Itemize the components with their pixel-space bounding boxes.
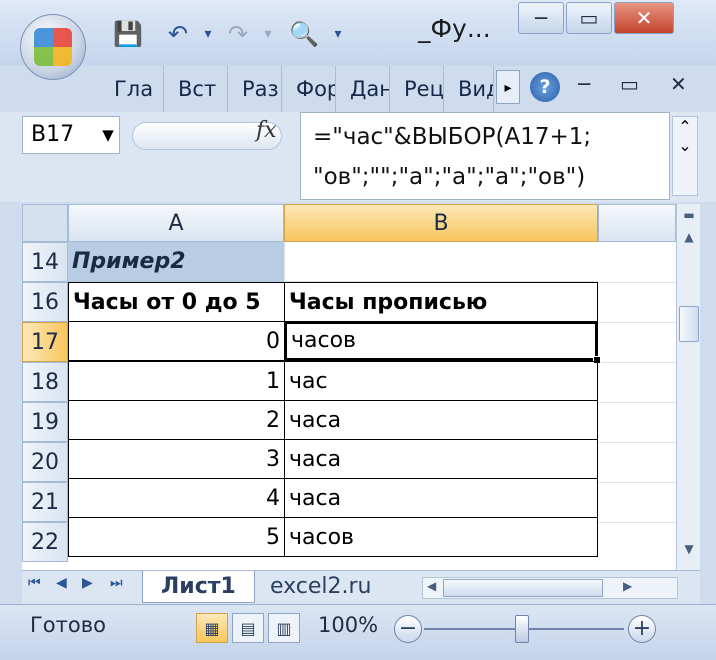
tab-home[interactable]: Гла <box>100 66 164 112</box>
formula-expand-icon[interactable]: ⌃ ⌄ <box>672 116 698 196</box>
tab-page-layout[interactable]: Раз <box>228 66 282 112</box>
cell-b20[interactable]: часа <box>284 439 598 479</box>
cell-a18[interactable]: 1 <box>68 361 285 401</box>
cell-b16[interactable]: Часы прописью <box>284 282 598 322</box>
tab-view[interactable]: Вид <box>444 66 494 112</box>
name-box-dropdown-icon[interactable]: ▼ <box>96 116 120 154</box>
next-sheet-icon[interactable]: ▶ <box>82 575 93 591</box>
zoom-slider-thumb[interactable] <box>515 615 529 643</box>
cell-a17[interactable]: 0 <box>68 321 285 361</box>
cell-a21[interactable]: 4 <box>68 478 285 518</box>
sheet-tab-list1[interactable]: Лист1 <box>142 571 255 603</box>
ribbon-close-icon[interactable]: ✕ <box>670 72 687 96</box>
formula-bar: B17 ▼ fx ="час"&ВЫБОР(A17+1; "ов";"";"а"… <box>0 112 716 202</box>
tab-review[interactable]: Рец <box>390 66 444 112</box>
row-header-22[interactable]: 22 <box>22 522 68 562</box>
column-header-c[interactable] <box>598 204 676 242</box>
page-break-view-icon[interactable]: ▥ <box>268 613 300 643</box>
redo-dropdown-icon[interactable]: ▾ <box>252 18 284 50</box>
office-button[interactable] <box>20 14 86 80</box>
row-header-19[interactable]: 19 <box>22 402 68 442</box>
cell-b17-active[interactable]: часов <box>284 321 598 361</box>
scroll-left-icon[interactable]: ◀ <box>427 579 436 593</box>
first-sheet-icon[interactable]: ⏮ <box>28 575 41 591</box>
gridline <box>598 482 676 483</box>
quick-access-toolbar: 💾 ↶ ▾ ↷ ▾ 🔍 ▾ <box>112 12 412 56</box>
redo-icon[interactable]: ↷ <box>222 18 254 50</box>
last-sheet-icon[interactable]: ⏭ <box>110 575 123 591</box>
gridline <box>598 322 676 323</box>
formula-line-1: ="час"&ВЫБОР(A17+1; <box>313 124 592 150</box>
insert-function-icon[interactable]: fx <box>256 118 277 143</box>
page-layout-view-icon[interactable]: ▤ <box>232 613 264 643</box>
gridline <box>598 442 676 443</box>
row-header-18[interactable]: 18 <box>22 362 68 402</box>
vertical-scroll-thumb[interactable] <box>679 306 699 342</box>
status-bar: Готово ▦ ▤ ▥ 100% − + <box>0 604 716 660</box>
zoom-in-icon[interactable]: + <box>628 615 656 643</box>
close-button[interactable]: ✕ <box>614 2 674 34</box>
status-ready: Готово <box>30 613 106 637</box>
row-header-20[interactable]: 20 <box>22 442 68 482</box>
tab-formulas[interactable]: Фор <box>282 66 336 112</box>
gridline <box>598 362 676 363</box>
scroll-up-icon[interactable]: ▲ <box>677 226 701 248</box>
help-icon[interactable]: ? <box>530 72 560 102</box>
cell-b18[interactable]: час <box>284 361 598 401</box>
cell-b19[interactable]: часа <box>284 400 598 440</box>
row-header-14[interactable]: 14 <box>22 242 68 282</box>
excel-window: 💾 ↶ ▾ ↷ ▾ 🔍 ▾ _Фу... ─ ▭ ✕ Гла Вст Раз Ф… <box>0 0 716 660</box>
worksheet-grid[interactable]: A B 14 16 17 18 19 20 21 22 Пример2 Часы… <box>22 204 676 570</box>
zoom-level[interactable]: 100% <box>318 613 378 637</box>
scroll-down-icon[interactable]: ▼ <box>677 538 701 560</box>
formula-input[interactable]: ="час"&ВЫБОР(A17+1; "ов";"";"а";"а";"а";… <box>300 112 670 200</box>
prev-sheet-icon[interactable]: ◀ <box>56 575 67 591</box>
undo-icon[interactable]: ↶ <box>162 18 194 50</box>
cell-b21[interactable]: часа <box>284 478 598 518</box>
cell-a22[interactable]: 5 <box>68 517 285 557</box>
column-header-b[interactable]: B <box>284 204 598 242</box>
cell-a19[interactable]: 2 <box>68 400 285 440</box>
tab-data[interactable]: Дан <box>336 66 390 112</box>
formula-line-2: "ов";"";"а";"а";"а";"ов") <box>313 164 586 190</box>
horizontal-scrollbar[interactable]: ◀ ▶ <box>422 577 678 599</box>
cell-b22[interactable]: часов <box>284 517 598 557</box>
gridline <box>598 282 676 283</box>
ribbon-tabs: Гла Вст Раз Фор Дан Рец Вид ▸ ? ─ ▭ ✕ <box>100 66 716 112</box>
cell-b14[interactable] <box>285 242 598 282</box>
sheet-tab-bar: ⏮ ◀ ▶ ⏭ Лист1 excel2.ru ◀ ▶ <box>22 570 700 604</box>
horizontal-scroll-thumb[interactable] <box>443 579 603 597</box>
row-header-17[interactable]: 17 <box>22 322 68 362</box>
row-header-16[interactable]: 16 <box>22 282 68 322</box>
cell-a20[interactable]: 3 <box>68 439 285 479</box>
scroll-right-icon[interactable]: ▶ <box>623 579 632 593</box>
tab-insert[interactable]: Вст <box>164 66 228 112</box>
row-header-21[interactable]: 21 <box>22 482 68 522</box>
print-preview-icon[interactable]: 🔍 <box>288 18 320 50</box>
select-all-corner[interactable] <box>22 204 68 242</box>
office-logo-icon <box>34 28 72 66</box>
zoom-out-icon[interactable]: − <box>394 615 422 643</box>
customize-toolbar-icon[interactable]: ▾ <box>322 18 354 50</box>
gridline <box>598 402 676 403</box>
split-box-icon[interactable]: ▬ <box>677 204 701 226</box>
cell-a16[interactable]: Часы от 0 до 5 <box>68 282 285 322</box>
column-header-a[interactable]: A <box>68 204 284 242</box>
ribbon-restore-icon[interactable]: ▭ <box>620 72 639 96</box>
gridline <box>598 522 676 523</box>
vertical-scrollbar[interactable]: ▬ ▲ ▼ <box>676 204 700 570</box>
minimize-button[interactable]: ─ <box>518 2 564 34</box>
restore-button[interactable]: ▭ <box>566 2 612 34</box>
cell-a14[interactable]: Пример2 <box>68 242 284 282</box>
undo-dropdown-icon[interactable]: ▾ <box>192 18 224 50</box>
normal-view-icon[interactable]: ▦ <box>196 613 228 643</box>
ribbon-scroll-right-icon[interactable]: ▸ <box>496 70 520 104</box>
save-icon[interactable]: 💾 <box>112 18 144 50</box>
sheet-tab-excel2[interactable]: excel2.ru <box>252 571 390 603</box>
ribbon-minimize-icon[interactable]: ─ <box>578 72 590 96</box>
window-caption: _Фу... <box>418 14 491 43</box>
